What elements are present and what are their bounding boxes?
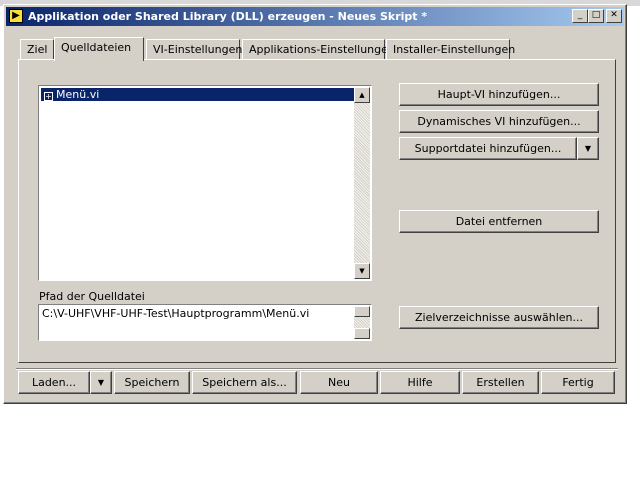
add-main-vi-button[interactable]: Haupt-VI hinzufügen... — [399, 83, 599, 106]
load-dropdown-icon[interactable]: ▼ — [90, 371, 112, 394]
build-button[interactable]: Erstellen — [462, 371, 539, 394]
load-button[interactable]: Laden... — [18, 371, 90, 394]
tab-quelldateien[interactable]: Quelldateien — [54, 37, 144, 61]
help-button[interactable]: Hilfe — [380, 371, 460, 394]
tab-panel-quelldateien: + Menü.vi ▲ ▼ Pfad der Quelldatei C:\V-UH… — [18, 59, 616, 363]
minimize-button[interactable]: _ — [572, 9, 588, 23]
path-scroll-up-icon[interactable] — [354, 306, 370, 317]
caption-buttons: _ □ ✕ — [572, 9, 622, 23]
source-file-list[interactable]: + Menü.vi ▲ ▼ — [38, 85, 372, 281]
remove-file-button[interactable]: Datei entfernen — [399, 210, 599, 233]
scroll-down-icon[interactable]: ▼ — [354, 263, 370, 279]
add-dynamic-vi-button[interactable]: Dynamisches VI hinzufügen... — [399, 110, 599, 133]
maximize-button[interactable]: □ — [588, 9, 604, 23]
window-title: Applikation oder Shared Library (DLL) er… — [28, 10, 428, 23]
list-item-label: Menü.vi — [56, 88, 100, 101]
labview-app-icon: ▶ — [9, 9, 23, 23]
select-target-dirs-button[interactable]: Zielverzeichnisse auswählen... — [399, 306, 599, 329]
add-support-file-button[interactable]: Supportdatei hinzufügen... — [399, 137, 577, 160]
path-scrollbar[interactable] — [354, 306, 370, 339]
tab-applikations-einstellungen[interactable]: Applikations-Einstellungen — [242, 39, 395, 59]
tab-ziel[interactable]: Ziel — [20, 39, 54, 59]
support-file-dropdown-icon[interactable]: ▼ — [577, 137, 599, 160]
list-item[interactable]: + Menü.vi — [41, 88, 355, 101]
title-bar[interactable]: ▶ Applikation oder Shared Library (DLL) … — [6, 7, 624, 26]
path-label: Pfad der Quelldatei — [39, 290, 145, 303]
build-dialog-window: ▶ Applikation oder Shared Library (DLL) … — [3, 4, 627, 404]
done-button[interactable]: Fertig — [541, 371, 615, 394]
source-path-value: C:\V-UHF\VHF-UHF-Test\Hauptprogramm\Menü… — [42, 307, 310, 320]
close-button[interactable]: ✕ — [606, 9, 622, 23]
new-button[interactable]: Neu — [300, 371, 378, 394]
tab-vi-einstellungen[interactable]: VI-Einstellungen — [146, 39, 242, 59]
save-button[interactable]: Speichern — [114, 371, 190, 394]
scroll-up-icon[interactable]: ▲ — [354, 87, 370, 103]
save-as-button[interactable]: Speichern als... — [192, 371, 297, 394]
source-path-field[interactable]: C:\V-UHF\VHF-UHF-Test\Hauptprogramm\Menü… — [38, 304, 372, 341]
path-scroll-down-icon[interactable] — [354, 328, 370, 339]
footer-divider — [16, 368, 618, 370]
tab-installer-einstellungen[interactable]: Installer-Einstellungen — [386, 39, 515, 59]
list-scrollbar[interactable]: ▲ ▼ — [354, 87, 370, 279]
expand-icon[interactable]: + — [44, 92, 53, 101]
